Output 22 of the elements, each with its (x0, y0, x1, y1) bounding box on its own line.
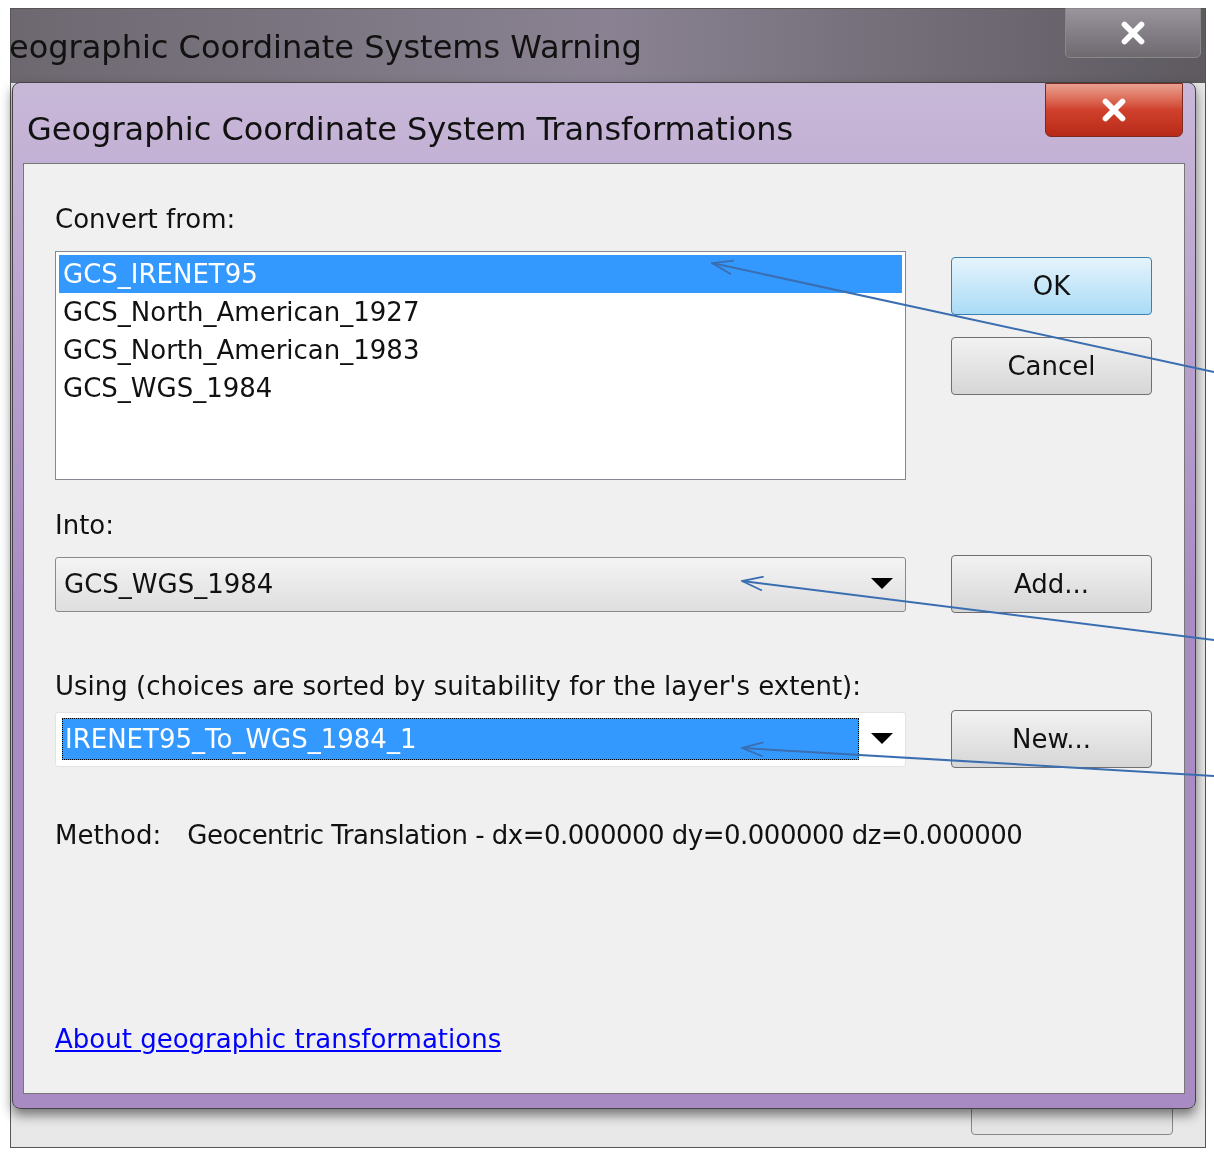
dialog-button[interactable]: New... (951, 710, 1152, 768)
dropdown-arrow-icon (871, 578, 893, 590)
dropdown-value: IRENET95_To_WGS_1984_1 (62, 718, 859, 760)
dropdown[interactable]: GCS_WGS_1984 (55, 556, 906, 612)
dialog-title: Geographic Coordinate System Transformations (27, 109, 794, 150)
close-button[interactable] (1045, 83, 1183, 137)
list-item[interactable]: GCS_North_American_1983 (59, 331, 902, 369)
list-item[interactable]: GCS_North_American_1927 (59, 293, 902, 331)
help-link[interactable]: About geographic transformations (55, 1020, 502, 1059)
field-label: Into: (55, 509, 115, 542)
field-label: Convert from: (55, 203, 237, 236)
dropdown-value: GCS_WGS_1984 (63, 567, 275, 601)
dropdown-arrow-icon (871, 733, 893, 745)
close-button[interactable] (1065, 8, 1201, 58)
dialog-button[interactable]: Cancel (951, 337, 1152, 395)
list-item[interactable]: GCS_WGS_1984 (59, 369, 902, 407)
dialog-button[interactable]: Add... (951, 555, 1152, 613)
method-value: Geocentric Translation - dx=0.000000 dy=0.000000 dz=0.000000 (187, 819, 1023, 852)
window-title: eographic Coordinate Systems Warning (9, 27, 642, 68)
method-label: Method: (55, 819, 162, 852)
field-label: Using (choices are sorted by suitability for the layer's extent): (55, 670, 862, 703)
dialog-button[interactable]: OK (951, 257, 1152, 315)
